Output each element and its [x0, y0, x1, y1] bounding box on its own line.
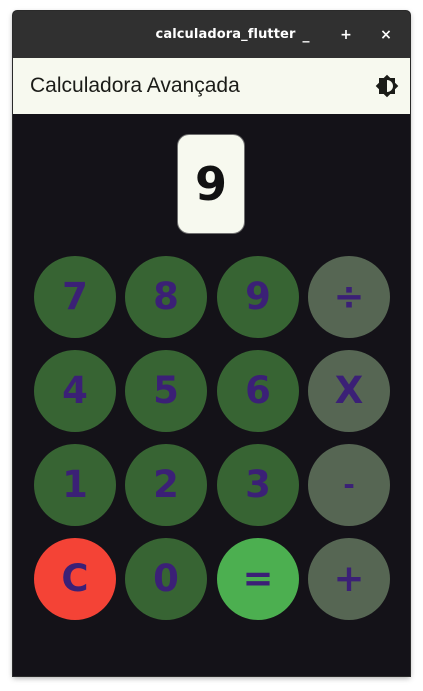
key-5[interactable]: 5 [125, 350, 207, 432]
key-divide[interactable]: ÷ [308, 256, 390, 338]
key-3[interactable]: 3 [217, 444, 299, 526]
key-multiply[interactable]: X [308, 350, 390, 432]
window-titlebar[interactable]: calculadora_flutter _ + × [13, 11, 410, 58]
key-subtract[interactable]: - [308, 444, 390, 526]
key-8[interactable]: 8 [125, 256, 207, 338]
key-clear[interactable]: C [34, 538, 116, 620]
key-0[interactable]: 0 [125, 538, 207, 620]
key-7[interactable]: 7 [34, 256, 116, 338]
key-2[interactable]: 2 [125, 444, 207, 526]
result-display: 9 [177, 134, 245, 234]
brightness-medium-icon [375, 74, 399, 98]
key-6[interactable]: 6 [217, 350, 299, 432]
minimize-button[interactable]: _ [294, 23, 318, 47]
key-1[interactable]: 1 [34, 444, 116, 526]
page-title: Calculadora Avançada [30, 74, 240, 97]
maximize-button[interactable]: + [334, 23, 358, 47]
key-equals[interactable]: = [217, 538, 299, 620]
key-9[interactable]: 9 [217, 256, 299, 338]
app-bar: Calculadora Avançada [13, 58, 410, 114]
key-add[interactable]: + [308, 538, 390, 620]
app-window: calculadora_flutter _ + × Calculadora Av… [13, 11, 410, 676]
close-button[interactable]: × [374, 23, 398, 47]
theme-toggle-button[interactable] [375, 74, 399, 98]
key-4[interactable]: 4 [34, 350, 116, 432]
